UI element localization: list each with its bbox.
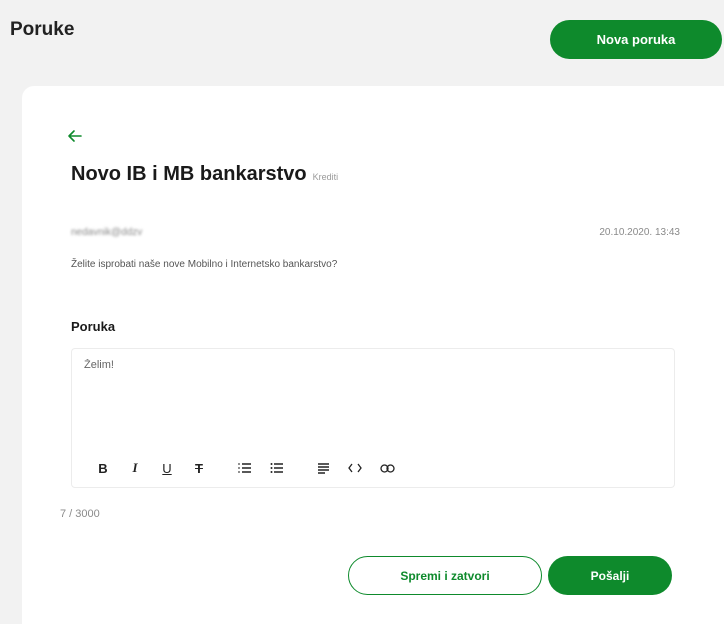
message-preview: Želite isprobati naše nove Mobilno i Int…	[71, 259, 338, 270]
send-button[interactable]: Pošalji	[548, 556, 672, 595]
message-subject: Novo IB i MB bankarstvo	[71, 163, 307, 185]
new-message-button[interactable]: Nova poruka	[550, 20, 722, 59]
reply-label: Poruka	[71, 319, 116, 334]
bold-icon[interactable]: B	[92, 457, 114, 479]
bullet-list-icon[interactable]	[266, 457, 288, 479]
link-icon[interactable]	[376, 457, 398, 479]
message-date: 20.10.2020. 13:43	[599, 227, 680, 238]
save-close-button[interactable]: Spremi i zatvori	[348, 556, 542, 595]
page-title: Poruke	[10, 19, 75, 40]
subject-row: Novo IB i MB bankarstvo Krediti	[71, 163, 338, 186]
align-icon[interactable]	[312, 457, 334, 479]
reply-input[interactable]	[84, 359, 644, 419]
italic-icon[interactable]: I	[124, 457, 146, 479]
ordered-list-icon[interactable]	[234, 457, 256, 479]
character-counter: 7 / 3000	[60, 508, 100, 520]
editor-toolbar: B I U T	[92, 457, 408, 479]
message-card: Novo IB i MB bankarstvo Krediti nedavnik…	[22, 86, 724, 624]
arrow-left-icon[interactable]	[66, 127, 84, 145]
reply-editor: B I U T	[71, 348, 675, 488]
underline-icon[interactable]: U	[156, 457, 178, 479]
code-icon[interactable]	[344, 457, 366, 479]
message-category: Krediti	[312, 172, 339, 182]
message-sender: nedavnik@ddzv	[71, 227, 143, 238]
strikethrough-icon[interactable]: T	[188, 457, 210, 479]
